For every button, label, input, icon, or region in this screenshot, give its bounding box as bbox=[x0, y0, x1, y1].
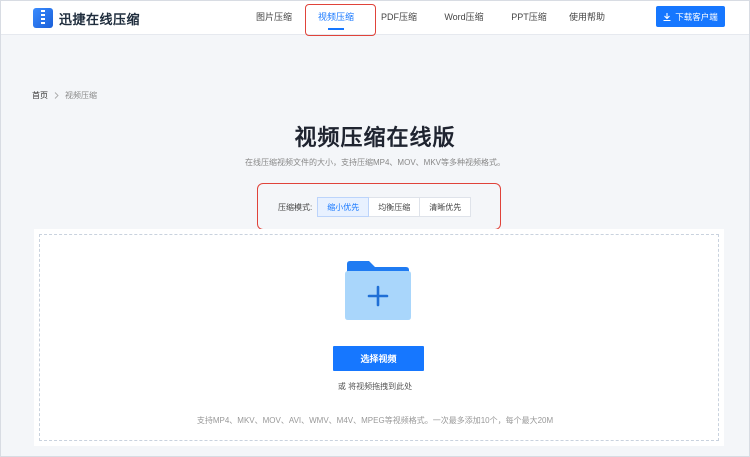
mode-option-clear[interactable]: 清晰优先 bbox=[419, 197, 472, 217]
nav-item-pdf[interactable]: PDF压缩 bbox=[367, 0, 431, 34]
nav-item-label: PDF压缩 bbox=[380, 12, 417, 22]
zip-icon bbox=[33, 8, 53, 28]
breadcrumb-current: 视频压缩 bbox=[65, 91, 97, 100]
mode-option-balanced[interactable]: 均衡压缩 bbox=[368, 197, 421, 217]
compress-mode-selector: 压缩模式: 缩小优先 均衡压缩 清晰优先 bbox=[278, 197, 472, 217]
nav-item-word[interactable]: Word压缩 bbox=[431, 0, 497, 34]
nav-item-label: 图片压缩 bbox=[255, 12, 292, 22]
nav-item-label: PPT压缩 bbox=[511, 12, 547, 22]
nav-item-label: 视频压缩 bbox=[317, 12, 354, 22]
active-underline bbox=[328, 28, 344, 30]
nav-item-image[interactable]: 图片压缩 bbox=[243, 0, 305, 34]
chevron-right-icon bbox=[54, 92, 59, 99]
nav-item-video[interactable]: 视频压缩 bbox=[305, 0, 367, 34]
page-title: 视频压缩在线版 bbox=[294, 125, 456, 150]
folder-add-icon[interactable] bbox=[345, 260, 411, 320]
breadcrumb: 首页 视频压缩 bbox=[32, 90, 97, 101]
download-icon bbox=[663, 12, 671, 21]
main-nav: 图片压缩 视频压缩 PDF压缩 Word压缩 PPT压缩 使用帮助 bbox=[243, 0, 613, 34]
breadcrumb-home[interactable]: 首页 bbox=[32, 90, 48, 101]
download-client-button[interactable]: 下载客户端 bbox=[656, 6, 725, 27]
nav-item-label: Word压缩 bbox=[444, 12, 484, 22]
drag-hint: 或 将视频拖拽到此处 bbox=[337, 382, 413, 391]
select-video-button[interactable]: 选择视频 bbox=[333, 346, 424, 371]
nav-item-label: 使用帮助 bbox=[568, 12, 605, 22]
mode-option-smaller[interactable]: 缩小优先 bbox=[317, 197, 370, 217]
mode-label: 压缩模式: bbox=[278, 202, 313, 212]
brand-name: 迅捷在线压缩 bbox=[59, 11, 141, 27]
download-label: 下载客户端 bbox=[675, 11, 718, 22]
brand-logo[interactable]: 迅捷在线压缩 bbox=[33, 8, 140, 28]
nav-item-ppt[interactable]: PPT压缩 bbox=[497, 0, 561, 34]
supported-formats: 支持MP4、MKV、MOV、AVI、WMV、M4V、MPEG等视频格式。一次最多… bbox=[196, 416, 554, 425]
nav-item-help[interactable]: 使用帮助 bbox=[561, 0, 613, 34]
page-subtitle: 在线压缩视频文件的大小，支持压缩MP4、MOV、MKV等多种视频格式。 bbox=[244, 158, 505, 167]
